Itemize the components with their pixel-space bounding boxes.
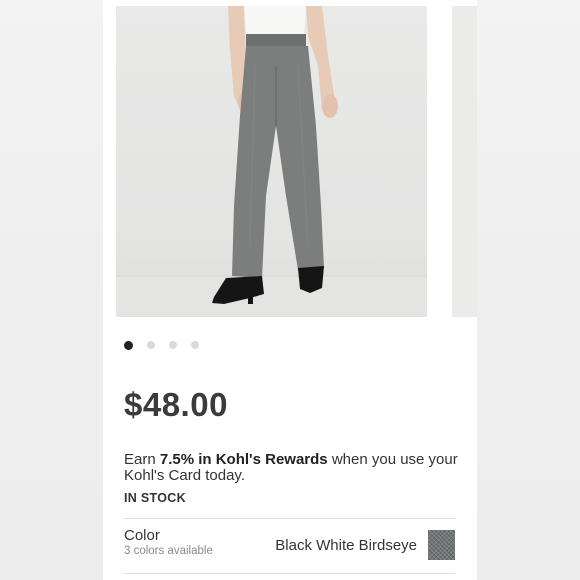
carousel-dot-1[interactable] — [124, 340, 133, 350]
product-image[interactable] — [116, 6, 427, 317]
rewards-highlight: 7.5% in Kohl's Rewards — [159, 451, 328, 468]
color-label: Color — [124, 527, 160, 544]
background-right — [477, 0, 580, 580]
product-price: $48.00 — [124, 386, 228, 423]
color-swatch-icon[interactable] — [428, 530, 455, 560]
stock-status: IN STOCK — [124, 491, 186, 505]
rewards-prefix: Earn — [124, 451, 160, 468]
next-product-image-peek[interactable] — [452, 6, 477, 317]
divider — [124, 518, 455, 519]
product-photo-illustration — [116, 6, 427, 317]
colors-available: 3 colors available — [124, 545, 213, 557]
carousel-dot-2[interactable] — [147, 341, 155, 349]
background-left — [0, 0, 103, 580]
rewards-message: Earn 7.5% in Kohl's Rewards when you use… — [124, 452, 464, 484]
selected-color-name[interactable]: Black White Birdseye — [275, 537, 417, 554]
carousel-dot-4[interactable] — [191, 341, 199, 349]
divider — [124, 573, 455, 574]
product-panel: $48.00 Earn 7.5% in Kohl's Rewards when … — [103, 0, 477, 580]
carousel-dot-3[interactable] — [169, 341, 177, 349]
carousel-indicator — [124, 340, 199, 350]
